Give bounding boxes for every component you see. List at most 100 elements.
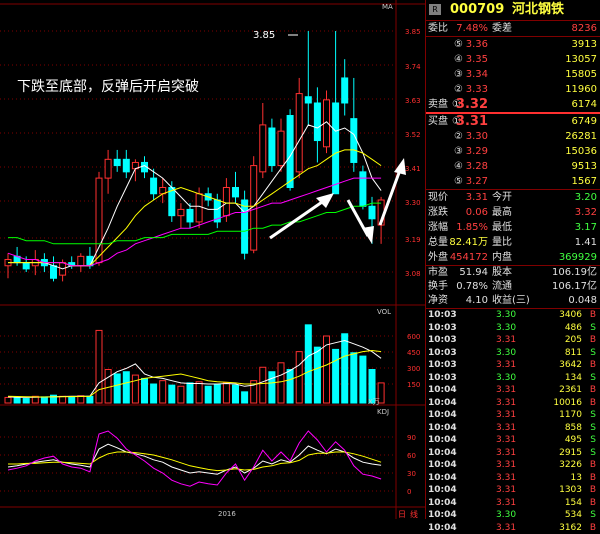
stat-label: 外盘 — [428, 250, 448, 265]
tab-day[interactable]: 日 — [398, 510, 406, 519]
kdj-d-line — [8, 452, 381, 471]
quote-stats: 现价3.31今开3.20涨跌0.06最高3.32涨幅1.85%最低3.17总量8… — [426, 190, 600, 266]
bid-volume: 6749 — [572, 114, 597, 129]
tick-time: 10:04 — [428, 434, 457, 447]
stat-row: 现价3.31今开3.20 — [426, 190, 600, 205]
tick-row: 10:043.312915S — [426, 447, 600, 460]
vol-tick: 600 — [407, 333, 420, 341]
bid-volume: 9513 — [572, 159, 597, 174]
volume-bar — [269, 372, 275, 403]
candle-body — [187, 209, 193, 222]
ask-volume: 3913 — [572, 37, 597, 52]
candle-body — [96, 178, 102, 263]
tick-price: 3.31 — [496, 447, 516, 460]
bid-row: ③3.2915036 — [426, 144, 600, 159]
price-tick: 3.08 — [405, 270, 421, 278]
tick-volume: 134 — [565, 372, 582, 385]
tick-price: 3.31 — [496, 384, 516, 397]
chart-grid — [0, 0, 425, 519]
tab-line[interactable]: 线 — [410, 509, 418, 519]
kdj-tick: 90 — [407, 434, 416, 442]
weibi-label: 委比 — [428, 21, 448, 36]
annotation-text: 下跌至底部，反弹后开启突破 — [17, 79, 199, 95]
stat-value: 3.17 — [575, 220, 597, 235]
candle-body — [114, 159, 120, 165]
candle-body — [260, 125, 266, 172]
volume-bar — [278, 363, 284, 403]
r-badge[interactable]: R — [429, 4, 441, 15]
bid-row: 买盘①3.316749 — [426, 114, 600, 129]
vol-unit: X万 — [368, 398, 380, 406]
tick-price: 3.30 — [496, 322, 516, 335]
tick-side: B — [590, 484, 596, 497]
tick-row: 10:043.313226B — [426, 459, 600, 472]
candle-body — [269, 128, 275, 166]
ask-price: 3.34 — [466, 67, 488, 82]
kdj-tick: 30 — [407, 470, 416, 478]
vol-tick: 300 — [407, 365, 420, 373]
tick-volume: 2361 — [559, 384, 582, 397]
ask-level: ④ — [454, 52, 463, 67]
stat-value: 1.41 — [575, 235, 597, 250]
tick-volume: 486 — [565, 322, 582, 335]
volume-bar — [41, 397, 47, 403]
volume-bar — [96, 330, 102, 403]
stat-label: 最低 — [492, 220, 512, 235]
weibi-row: 委比 7.48% 委差 8236 — [426, 21, 600, 37]
volume-bar — [87, 396, 93, 403]
candle-body — [105, 159, 111, 178]
bid-level: ⑤ — [454, 174, 463, 189]
volume-bar — [5, 397, 11, 403]
ask-volume: 13057 — [565, 52, 597, 67]
ask-volume: 6174 — [572, 97, 597, 112]
ask-row: ③3.3415805 — [426, 67, 600, 82]
bid-level: ④ — [454, 159, 463, 174]
tick-volume: 3406 — [559, 309, 582, 322]
kline-chart[interactable]: MA VOL KDJ 3.85 下跌至底部，反弹后开启突破 3.85 3.74 … — [0, 0, 425, 519]
ask-row: 卖盘①3.326174 — [426, 97, 600, 114]
candle-body — [296, 94, 302, 172]
bid-row: ④3.289513 — [426, 159, 600, 174]
ask-row: ②3.3311960 — [426, 82, 600, 97]
tick-row: 10:043.311303B — [426, 484, 600, 497]
stat-label: 最高 — [492, 205, 512, 220]
tick-side: B — [590, 522, 596, 534]
candle-body — [151, 178, 157, 194]
weicha-label: 委差 — [492, 21, 512, 36]
ask-price: 3.33 — [466, 82, 488, 97]
tick-time: 10:04 — [428, 447, 457, 460]
tick-row: 10:043.30534S — [426, 509, 600, 522]
tick-price: 3.31 — [496, 397, 516, 410]
tick-price: 3.30 — [496, 509, 516, 522]
tick-volume: 1303 — [559, 484, 582, 497]
candle-body — [223, 187, 229, 215]
bid-label: 买盘 — [428, 114, 448, 129]
volume-bar — [287, 370, 293, 404]
vol-axis-ticks: 600 450 300 150 — [407, 333, 420, 389]
tick-side: S — [590, 509, 596, 522]
volume-bar — [178, 386, 184, 403]
candle-body — [333, 103, 339, 194]
tick-time: 10:04 — [428, 459, 457, 472]
ask-volume: 11960 — [565, 82, 597, 97]
tick-row: 10:033.30811S — [426, 347, 600, 360]
tick-row: 10:033.30134S — [426, 372, 600, 385]
fundamental-label: 收益(三) — [492, 294, 530, 308]
kdj-lines — [8, 431, 381, 486]
volume-bar — [114, 374, 120, 403]
tick-row: 10:033.313642B — [426, 359, 600, 372]
volume-bar — [123, 372, 129, 403]
stat-value: 454172 — [450, 250, 488, 265]
ask-label: 卖盘 — [428, 97, 448, 112]
stat-value: 3.20 — [575, 190, 597, 205]
tick-side: B — [590, 472, 596, 485]
volume-bar — [360, 356, 366, 403]
kdj-axis-ticks: 90 60 30 0 — [407, 434, 416, 496]
tick-list[interactable]: 10:033.303406B10:033.30486S10:033.31205B… — [426, 309, 600, 534]
price-tick: 3.52 — [405, 131, 421, 139]
ma60-line — [8, 203, 381, 244]
tick-volume: 3642 — [559, 359, 582, 372]
tick-volume: 10016 — [553, 397, 582, 410]
tick-volume: 1170 — [559, 409, 582, 422]
volume-bar — [223, 383, 229, 403]
